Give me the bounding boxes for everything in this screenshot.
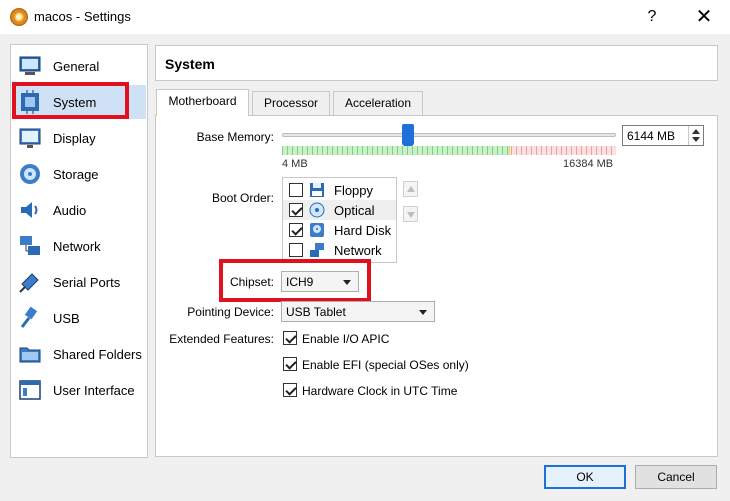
user-interface-icon xyxy=(19,380,41,400)
sidebar-item-label: Network xyxy=(53,239,101,254)
hard-disk-icon xyxy=(310,223,324,237)
boot-item-optical[interactable]: Optical xyxy=(283,200,396,220)
sidebar-item-user-interface[interactable]: User Interface xyxy=(12,373,146,407)
sidebar-item-general[interactable]: General xyxy=(12,49,146,83)
section-header: System xyxy=(155,45,718,81)
monitor-icon xyxy=(19,56,41,75)
enable-io-apic-label: Enable I/O APIC xyxy=(302,332,390,346)
base-memory-max-label: 16384 MB xyxy=(563,158,614,170)
enable-efi-label: Enable EFI (special OSes only) xyxy=(302,358,469,372)
base-memory-value: 6144 MB xyxy=(627,129,676,143)
boot-item-network[interactable]: Network xyxy=(283,240,396,260)
chevron-down-icon xyxy=(419,310,427,315)
spin-up-icon[interactable] xyxy=(692,129,700,134)
floppy-icon xyxy=(310,183,324,197)
boot-item-checkbox[interactable] xyxy=(289,203,303,217)
sidebar-item-label: Audio xyxy=(53,203,87,218)
boot-item-floppy[interactable]: Floppy xyxy=(283,180,396,200)
sidebar-item-label: Storage xyxy=(53,167,99,182)
system-highlight-box xyxy=(12,82,129,119)
network-icon xyxy=(20,236,40,255)
cancel-button[interactable]: Cancel xyxy=(635,465,717,489)
spinbox-buttons xyxy=(688,126,703,145)
tab-processor[interactable]: Processor xyxy=(252,91,330,115)
sidebar-item-label: General xyxy=(53,59,100,74)
pointing-device-label: Pointing Device: xyxy=(187,305,274,319)
sidebar-item-storage[interactable]: Storage xyxy=(12,157,146,191)
sidebar-item-audio[interactable]: Audio xyxy=(12,193,146,227)
sidebar-item-shared-folders[interactable]: Shared Folders xyxy=(12,337,146,371)
move-down-button[interactable] xyxy=(403,206,418,222)
usb-icon xyxy=(20,306,38,328)
base-memory-spinbox[interactable]: 6144 MB xyxy=(622,125,704,146)
title-bar: macos - Settings ? ✕ xyxy=(0,0,730,34)
ok-button[interactable]: OK xyxy=(544,465,626,489)
boot-item-label: Floppy xyxy=(334,183,374,198)
base-memory-min-label: 4 MB xyxy=(282,158,308,170)
boot-item-label: Optical xyxy=(334,203,375,218)
sidebar-item-label: Display xyxy=(53,131,96,146)
boot-order-label: Boot Order: xyxy=(211,191,274,205)
pointing-device-value: USB Tablet xyxy=(286,305,346,319)
help-button[interactable]: ? xyxy=(640,5,664,29)
scale-safe-zone xyxy=(282,146,509,155)
boot-item-hard-disk[interactable]: Hard Disk xyxy=(283,220,396,240)
boot-item-checkbox[interactable] xyxy=(289,243,303,257)
boot-item-label: Network xyxy=(334,243,382,258)
sidebar-item-serial-ports[interactable]: Serial Ports xyxy=(12,265,146,299)
audio-icon xyxy=(21,202,38,218)
base-memory-scale xyxy=(282,146,616,155)
hardware-clock-utc-label: Hardware Clock in UTC Time xyxy=(302,384,458,398)
sidebar-item-label: Shared Folders xyxy=(53,347,142,362)
boot-item-checkbox[interactable] xyxy=(289,223,303,237)
chipset-highlight-box xyxy=(219,259,371,302)
optical-disc-icon xyxy=(309,202,325,218)
spin-down-icon[interactable] xyxy=(692,137,700,142)
scale-danger-zone xyxy=(511,146,616,155)
sidebar-item-display[interactable]: Display xyxy=(12,121,146,155)
sidebar-item-label: USB xyxy=(53,311,80,326)
boot-order-list: Floppy Optical Hard Disk Network xyxy=(282,177,397,263)
base-memory-slider-track[interactable] xyxy=(282,133,616,137)
tab-acceleration[interactable]: Acceleration xyxy=(333,91,423,115)
virtualbox-app-icon xyxy=(10,8,28,26)
boot-item-label: Hard Disk xyxy=(334,223,392,238)
base-memory-label: Base Memory: xyxy=(196,130,274,144)
close-button[interactable]: ✕ xyxy=(690,5,718,29)
tab-motherboard[interactable]: Motherboard xyxy=(156,89,249,116)
storage-icon xyxy=(20,164,40,184)
section-title: System xyxy=(165,56,215,72)
sidebar-item-label: Serial Ports xyxy=(53,275,121,290)
pointing-device-select[interactable]: USB Tablet xyxy=(281,301,435,322)
network-icon xyxy=(310,243,324,257)
enable-io-apic-checkbox[interactable] xyxy=(283,331,297,345)
enable-efi-checkbox[interactable] xyxy=(283,357,297,371)
sidebar-item-label: User Interface xyxy=(53,383,135,398)
display-icon xyxy=(19,128,41,148)
serial-port-icon xyxy=(19,273,39,293)
sidebar-item-network[interactable]: Network xyxy=(12,229,146,263)
boot-item-checkbox[interactable] xyxy=(289,183,303,197)
extended-features-label: Extended Features: xyxy=(169,332,274,346)
hardware-clock-utc-checkbox[interactable] xyxy=(283,383,297,397)
sidebar-item-usb[interactable]: USB xyxy=(12,301,146,335)
base-memory-slider-handle[interactable] xyxy=(401,124,414,150)
window-title: macos - Settings xyxy=(34,9,131,24)
shared-folder-icon xyxy=(19,347,41,363)
move-up-button[interactable] xyxy=(403,181,418,197)
